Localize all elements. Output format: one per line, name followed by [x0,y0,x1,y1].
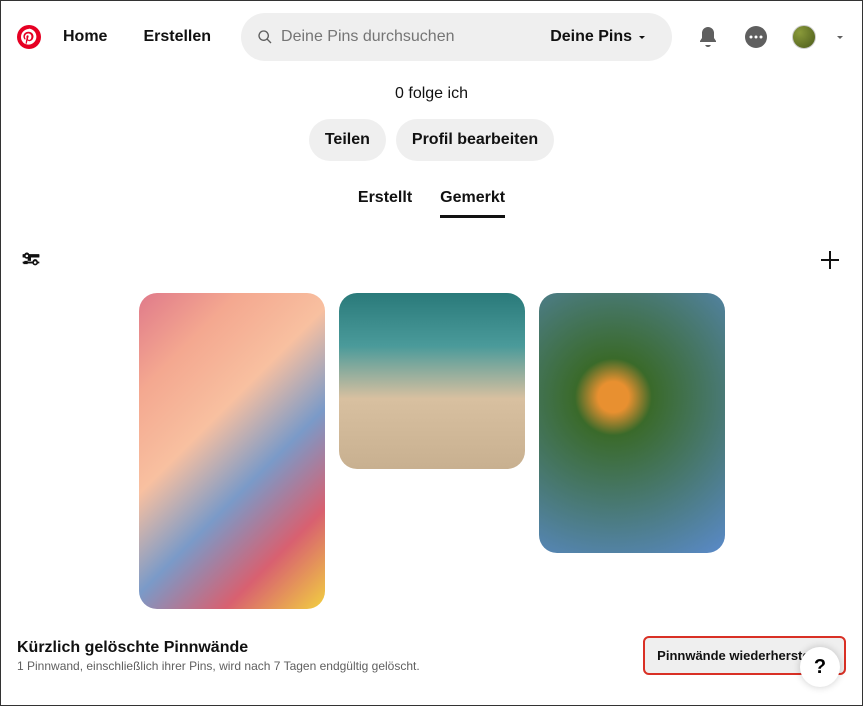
search-bar[interactable]: Deine Pins [241,13,672,61]
search-input[interactable] [281,28,550,46]
deleted-boards-text: Kürzlich gelöschte Pinnwände 1 Pinnwand,… [17,639,420,673]
pinterest-logo-icon[interactable] [17,25,41,49]
nav-create[interactable]: Erstellen [129,16,225,58]
messages-icon[interactable] [744,25,768,49]
pin-item[interactable] [339,293,525,469]
grid-toolbar [1,248,862,293]
profile-actions: Teilen Profil bearbeiten [1,119,862,161]
pin-item[interactable] [539,293,725,553]
nav-home[interactable]: Home [49,16,121,58]
add-icon[interactable] [818,248,842,277]
deleted-boards-subtitle: 1 Pinnwand, einschließlich ihrer Pins, w… [17,659,420,673]
account-chevron-icon[interactable] [834,31,846,43]
help-button[interactable]: ? [800,647,840,687]
search-filter-label: Deine Pins [550,28,632,46]
pin-item[interactable] [139,293,325,609]
header: Home Erstellen Deine Pins [1,1,862,73]
search-filter-dropdown[interactable]: Deine Pins [550,28,656,46]
search-icon [257,29,273,45]
share-button[interactable]: Teilen [309,119,386,161]
edit-profile-button[interactable]: Profil bearbeiten [396,119,554,161]
avatar[interactable] [792,25,816,49]
follower-stats: 0 folge ich [1,73,862,119]
notifications-icon[interactable] [696,25,720,49]
content-tabs: Erstellt Gemerkt [1,189,862,218]
filter-icon[interactable] [21,250,41,275]
deleted-boards-section: Kürzlich gelöschte Pinnwände 1 Pinnwand,… [17,636,846,675]
chevron-down-icon [636,31,648,43]
tab-created[interactable]: Erstellt [358,189,412,218]
tab-saved[interactable]: Gemerkt [440,189,505,218]
pins-grid [1,293,862,609]
deleted-boards-title: Kürzlich gelöschte Pinnwände [17,639,420,657]
